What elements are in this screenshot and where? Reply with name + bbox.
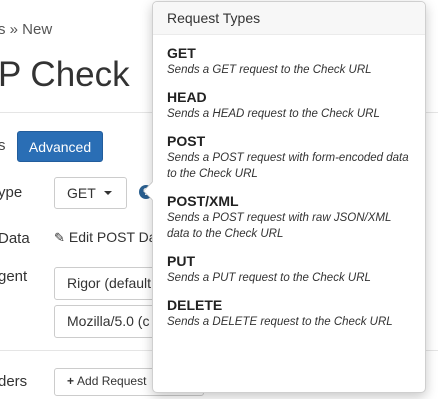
- request-type-description: Sends a GET request to the Check URL: [167, 64, 372, 76]
- tab-basic[interactable]: s: [0, 137, 6, 154]
- add-request-header-label: Add Request: [77, 374, 147, 388]
- request-type-name: GET: [167, 45, 196, 61]
- request-type-name: POST: [167, 133, 206, 149]
- edit-post-data-label: Edit POST Da: [68, 229, 157, 245]
- request-type-description: Sends a PUT request to the Check URL: [167, 272, 371, 284]
- type-label: ype: [0, 184, 23, 201]
- request-type-item: GET Sends a GET request to the Check URL: [167, 44, 411, 78]
- request-type-item: POST/XML Sends a POST request with raw J…: [167, 192, 411, 242]
- popover-arrow-inner: [144, 182, 153, 200]
- request-type-name: PUT: [167, 253, 195, 269]
- request-type-name: DELETE: [167, 297, 223, 313]
- request-type-item: POST Sends a POST request with form-enco…: [167, 132, 411, 182]
- request-method-select[interactable]: GET: [54, 177, 127, 209]
- caret-down-icon: [103, 191, 112, 195]
- check-edit-page: s » New P Check s Advanced ype GET ? Dat…: [0, 0, 438, 399]
- breadcrumb[interactable]: s » New: [0, 21, 52, 38]
- popover-title: Request Types: [153, 2, 425, 35]
- pencil-icon: ✎: [54, 230, 65, 245]
- request-type-item: DELETE Sends a DELETE request to the Che…: [167, 296, 411, 330]
- request-type-description: Sends a HEAD request to the Check URL: [167, 108, 380, 120]
- request-type-item: PUT Sends a PUT request to the Check URL: [167, 252, 411, 286]
- request-method-value: GET: [67, 185, 96, 201]
- request-type-description: Sends a POST request with raw JSON/XML d…: [167, 212, 392, 240]
- headers-label: ders: [0, 373, 28, 390]
- user-agent-label: gent: [0, 268, 28, 285]
- request-type-name: POST/XML: [167, 193, 239, 209]
- request-types-popover: Request Types GET Sends a GET request to…: [152, 1, 426, 393]
- plus-icon: +: [67, 374, 75, 388]
- page-title: P Check: [0, 55, 130, 94]
- tab-advanced[interactable]: Advanced: [17, 131, 103, 162]
- popover-body: GET Sends a GET request to the Check URL…: [153, 35, 425, 330]
- request-type-description: Sends a POST request with form-encoded d…: [167, 152, 409, 180]
- request-type-item: HEAD Sends a HEAD request to the Check U…: [167, 88, 411, 122]
- request-type-description: Sends a DELETE request to the Check URL: [167, 316, 393, 328]
- request-type-name: HEAD: [167, 89, 207, 105]
- edit-post-data-link[interactable]: ✎ Edit POST Da: [54, 229, 157, 246]
- data-label: Data: [0, 230, 30, 247]
